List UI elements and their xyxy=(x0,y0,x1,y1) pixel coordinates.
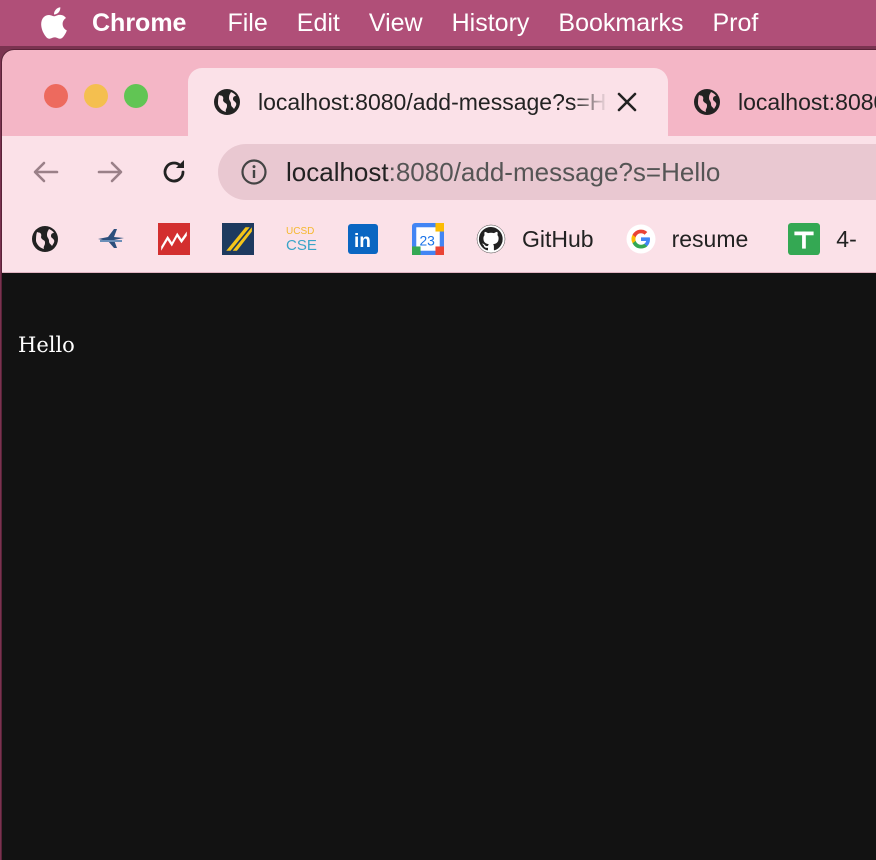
tab-title: localhost:8080 xyxy=(738,88,876,115)
bookmark-mcgraw-hill[interactable] xyxy=(158,223,190,255)
svg-text:in: in xyxy=(354,231,371,252)
bookmark-label: resume xyxy=(671,225,749,252)
close-window-button[interactable] xyxy=(44,84,68,108)
url-path: :8080/add-message?s=Hello xyxy=(388,156,721,187)
menu-file[interactable]: File xyxy=(227,9,267,38)
menu-bookmarks[interactable]: Bookmarks xyxy=(558,9,683,38)
page-message-text: Hello xyxy=(18,333,75,357)
menu-view[interactable]: View xyxy=(369,9,423,38)
address-url: localhost:8080/add-message?s=Hello xyxy=(286,157,720,188)
bookmark-ucsd-cse[interactable]: UCSD CSE xyxy=(284,224,320,254)
mcgraw-hill-icon xyxy=(158,223,190,255)
bookmark-linkedin[interactable]: in xyxy=(348,224,378,254)
globe-icon xyxy=(32,226,58,252)
bookmark-plane[interactable] xyxy=(94,224,128,254)
info-icon[interactable] xyxy=(240,158,268,186)
bookmark-sheets[interactable]: 4- xyxy=(788,223,857,255)
bookmark-calendar[interactable]: 23 xyxy=(412,223,444,255)
bookmark-resume[interactable]: resume xyxy=(626,224,749,254)
bookmark-striped[interactable] xyxy=(222,223,254,255)
globe-icon xyxy=(694,89,720,115)
svg-text:CSE: CSE xyxy=(286,237,317,254)
macos-menu-bar: Chrome File Edit View History Bookmarks … xyxy=(0,0,876,46)
minimize-window-button[interactable] xyxy=(84,84,108,108)
striped-logo-icon xyxy=(222,223,254,255)
bookmark-github[interactable]: GitHub xyxy=(476,224,594,254)
bookmarks-bar: UCSD CSE in 23 GitHub resume 4- xyxy=(2,206,876,273)
svg-text:UCSD: UCSD xyxy=(286,226,314,237)
svg-text:23: 23 xyxy=(419,232,435,248)
tab-strip: localhost:8080/add-message?s=Hello local… xyxy=(2,50,876,136)
calendar-icon: 23 xyxy=(412,223,444,255)
tab-active[interactable]: localhost:8080/add-message?s=Hello xyxy=(188,68,668,136)
plane-icon xyxy=(98,229,124,248)
bookmark-label: GitHub xyxy=(522,225,594,252)
apple-logo-icon[interactable] xyxy=(38,7,68,39)
browser-toolbar: localhost:8080/add-message?s=Hello xyxy=(2,136,876,206)
linkedin-icon: in xyxy=(348,224,378,254)
bookmark-label: 4- xyxy=(836,225,857,252)
google-icon xyxy=(626,224,656,254)
globe-icon xyxy=(214,89,240,115)
menu-history[interactable]: History xyxy=(452,9,530,38)
maximize-window-button[interactable] xyxy=(124,84,148,108)
bookmark-globe[interactable] xyxy=(30,224,60,254)
ucsd-cse-icon: UCSD CSE xyxy=(286,226,317,254)
browser-window: localhost:8080/add-message?s=Hello local… xyxy=(2,50,876,860)
page-content: Hello xyxy=(2,273,876,860)
menu-edit[interactable]: Edit xyxy=(297,9,340,38)
tab-title: localhost:8080/add-message?s=Hello xyxy=(258,88,608,115)
close-tab-icon[interactable] xyxy=(616,91,638,113)
menu-profiles[interactable]: Prof xyxy=(712,9,758,38)
reload-icon[interactable] xyxy=(158,156,190,188)
menu-chrome[interactable]: Chrome xyxy=(92,9,186,38)
forward-arrow-icon[interactable] xyxy=(94,156,126,188)
address-bar[interactable]: localhost:8080/add-message?s=Hello xyxy=(218,144,876,200)
back-arrow-icon[interactable] xyxy=(30,156,62,188)
github-icon xyxy=(476,224,506,254)
tab-inactive[interactable]: localhost:8080 xyxy=(688,68,876,136)
sheets-icon xyxy=(788,223,821,255)
url-host: localhost xyxy=(286,156,389,187)
